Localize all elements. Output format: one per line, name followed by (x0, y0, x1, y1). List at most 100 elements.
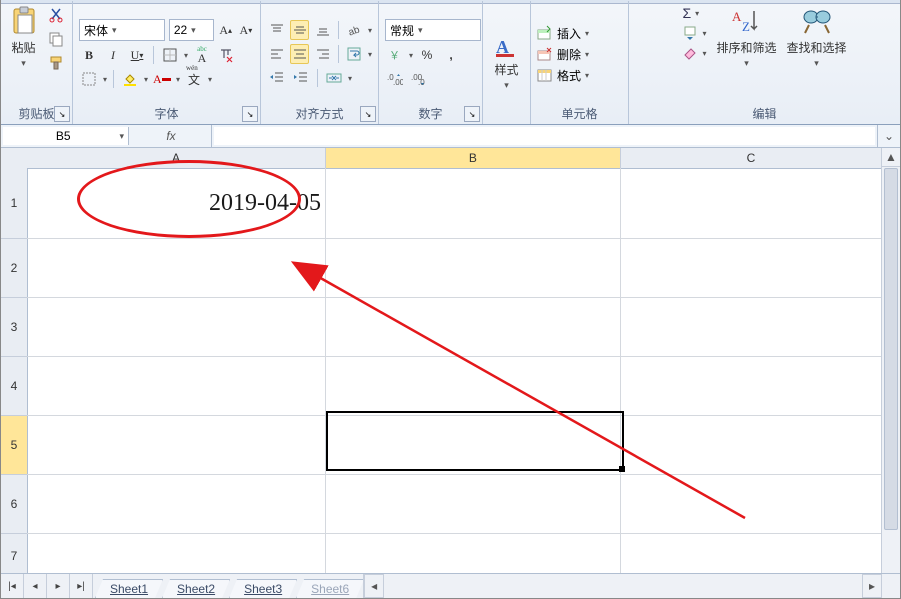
scroll-right-button[interactable]: ▸ (862, 574, 882, 598)
cell[interactable] (326, 239, 621, 297)
horizontal-scrollbar[interactable]: ◂ ▸ (363, 574, 900, 598)
comma-button[interactable]: , (441, 45, 461, 65)
cell[interactable] (326, 534, 621, 576)
paste-button[interactable]: 粘贴 ▾ (8, 5, 40, 69)
row-header[interactable]: 6 (1, 475, 27, 534)
cell[interactable] (27, 357, 326, 415)
cell[interactable]: 2019-04-05 (27, 168, 326, 238)
cell[interactable] (326, 168, 621, 238)
align-right-button[interactable] (313, 44, 332, 64)
sheet-first-button[interactable]: |◂ (1, 574, 24, 598)
cell[interactable] (621, 534, 882, 576)
sheet-tab[interactable]: Sheet6 (296, 579, 364, 598)
cells-area[interactable]: 2019-04-05 (27, 168, 882, 576)
fill-color-button[interactable] (120, 69, 140, 89)
align-top-button[interactable] (267, 20, 286, 40)
cell[interactable] (27, 475, 326, 533)
decrease-indent-button[interactable] (267, 68, 287, 88)
format-painter-button[interactable] (46, 53, 66, 73)
sheet-last-button[interactable]: ▸| (70, 574, 93, 598)
scroll-up-button[interactable]: ▲ (882, 148, 900, 167)
expand-formula-bar-button[interactable]: ⌄ (877, 125, 900, 147)
number-launcher[interactable]: ↘ (464, 106, 480, 122)
align-launcher[interactable]: ↘ (360, 106, 376, 122)
name-box[interactable]: B5 ▾ (3, 127, 129, 145)
align-left-button[interactable] (267, 44, 286, 64)
font-size-dropdown[interactable]: 22 ▾ (169, 19, 214, 41)
delete-button[interactable]: 删除 ▾ (537, 46, 622, 63)
row-header[interactable]: 7 (1, 534, 27, 576)
column-header[interactable]: A (27, 148, 326, 168)
vertical-scrollbar[interactable]: ▲ (881, 148, 900, 576)
formula-input[interactable] (214, 127, 875, 145)
merge-center-button[interactable] (324, 68, 344, 88)
phonetic-guide-button[interactable]: wén文 (184, 69, 204, 89)
phonetic-button[interactable]: abc A (192, 45, 212, 65)
insert-button[interactable]: 插入 ▾ (537, 25, 622, 42)
cell[interactable] (27, 239, 326, 297)
row-header[interactable]: 4 (1, 357, 27, 416)
column-header[interactable]: C (621, 148, 882, 168)
increase-decimal-button[interactable]: .0.00 (385, 69, 405, 89)
cell[interactable] (326, 357, 621, 415)
sort-filter-button[interactable]: AZ 排序和筛选 ▾ (716, 5, 776, 69)
percent-button[interactable]: % (417, 45, 437, 65)
select-all-corner[interactable] (1, 148, 28, 169)
border-style-button[interactable] (79, 69, 99, 89)
row-header[interactable]: 2 (1, 239, 27, 298)
align-bottom-button[interactable] (313, 20, 332, 40)
number-format-dropdown[interactable]: 常规 ▾ (385, 19, 481, 41)
underline-button[interactable]: U▾ (127, 45, 147, 65)
align-middle-button[interactable] (290, 20, 309, 40)
cell[interactable] (326, 475, 621, 533)
decrease-font-button[interactable]: A▾ (238, 20, 254, 40)
styles-button[interactable]: A 样式 ▾ (494, 35, 518, 91)
clear-format-button[interactable] (216, 45, 236, 65)
currency-button[interactable]: ￥ (385, 45, 405, 65)
cell[interactable] (621, 475, 882, 533)
decrease-decimal-button[interactable]: .00.0 (409, 69, 429, 89)
copy-button[interactable] (46, 29, 66, 49)
increase-font-button[interactable]: A▴ (218, 20, 234, 40)
font-launcher[interactable]: ↘ (242, 106, 258, 122)
row-header[interactable]: 5 (1, 416, 27, 475)
scroll-thumb[interactable] (884, 168, 898, 530)
column-header[interactable]: B (326, 148, 621, 168)
cell[interactable] (27, 534, 326, 576)
wrap-text-button[interactable] (345, 44, 364, 64)
cell[interactable] (621, 357, 882, 415)
find-select-button[interactable]: 查找和选择 ▾ (787, 5, 847, 69)
bold-button[interactable]: B (79, 45, 99, 65)
autosum-button[interactable]: Σ ▾ (682, 5, 706, 21)
cell[interactable] (326, 416, 621, 474)
sheet-tab[interactable]: Sheet2 (162, 579, 230, 598)
borders-button[interactable] (160, 45, 180, 65)
cell[interactable] (621, 168, 882, 238)
cell[interactable] (27, 298, 326, 356)
cut-button[interactable] (46, 5, 66, 25)
orientation-button[interactable]: ab (345, 20, 364, 40)
align-center-button[interactable] (290, 44, 309, 64)
status-bar: |◂ ◂ ▸ ▸| Sheet1Sheet2Sheet3Sheet6 ◂ ▸ (1, 573, 900, 598)
cell[interactable] (326, 298, 621, 356)
font-name-dropdown[interactable]: 宋体 ▾ (79, 19, 165, 41)
sheet-tab[interactable]: Sheet3 (229, 579, 297, 598)
insert-function-button[interactable]: fx (131, 125, 212, 147)
format-button[interactable]: 格式 ▾ (537, 67, 622, 84)
font-color-button[interactable]: A (152, 69, 172, 89)
row-header[interactable]: 1 (1, 168, 27, 239)
clear-button[interactable]: ▾ (682, 45, 706, 61)
scroll-left-button[interactable]: ◂ (364, 574, 384, 598)
increase-indent-button[interactable] (291, 68, 311, 88)
cell[interactable] (621, 416, 882, 474)
clipboard-launcher[interactable]: ↘ (54, 106, 70, 122)
sheet-next-button[interactable]: ▸ (47, 574, 70, 598)
row-header[interactable]: 3 (1, 298, 27, 357)
sheet-prev-button[interactable]: ◂ (24, 574, 47, 598)
cell[interactable] (621, 298, 882, 356)
cell[interactable] (621, 239, 882, 297)
cell[interactable] (27, 416, 326, 474)
sheet-tab[interactable]: Sheet1 (95, 579, 163, 598)
fill-button[interactable]: ▾ (682, 25, 706, 41)
italic-button[interactable]: I (103, 45, 123, 65)
